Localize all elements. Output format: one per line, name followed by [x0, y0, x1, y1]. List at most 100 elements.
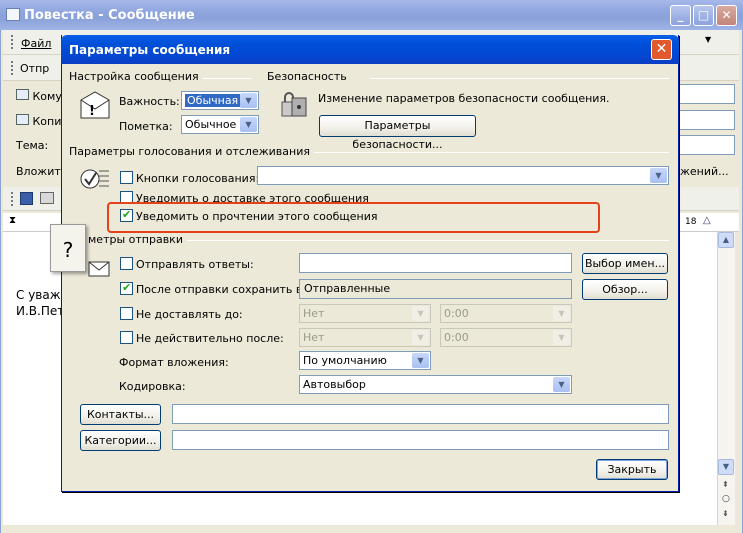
to-field[interactable] [678, 84, 735, 104]
dialog-close-button[interactable]: ✕ [651, 39, 672, 60]
cc-field[interactable] [678, 110, 735, 130]
expires-time: 0:00 [444, 331, 469, 344]
body-line-2: И.В.Пет [16, 304, 65, 318]
cc-label: Копи [32, 115, 62, 128]
encoding-label: Кодировка: [119, 380, 186, 393]
maximize-button[interactable]: □ [693, 5, 714, 26]
dialog-titlebar: Параметры сообщения ✕ [61, 35, 679, 64]
select-browse-object-icon[interactable]: ○ [722, 494, 730, 504]
highlight-frame [107, 202, 600, 233]
help-callout: ? [50, 224, 86, 272]
group-message-settings: Настройка сообщения [69, 70, 203, 83]
encoding-value: Автовыбор [303, 378, 366, 391]
voting-checkmark-icon [79, 165, 111, 193]
chevron-down-icon[interactable]: ▼ [412, 330, 429, 345]
envelope-icon: ! [78, 90, 112, 120]
chevron-down-icon[interactable]: ▼ [553, 330, 570, 345]
to-button[interactable]: Кому [16, 89, 62, 103]
main-titlebar: Повестка - Сообщение _ □ ✕ [0, 0, 743, 30]
contacts-button[interactable]: Контакты... [80, 404, 161, 425]
do-not-deliver-time-select[interactable]: 0:00 ▼ [440, 304, 572, 323]
print-icon[interactable] [40, 192, 54, 204]
attach-label: Вложить [16, 165, 68, 178]
scroll-down-icon[interactable]: ▼ [718, 459, 734, 475]
message-app-icon [6, 8, 20, 21]
tab-stop-icon[interactable]: ⧗ [9, 215, 16, 226]
select-names-button[interactable]: Выбор имен... [582, 253, 668, 274]
sensitivity-label: Пометка: [119, 120, 173, 133]
attachment-format-label: Формат вложения: [119, 356, 229, 369]
next-object-icon[interactable]: ⇟ [722, 509, 729, 518]
chevron-down-icon[interactable]: ▼ [412, 306, 429, 321]
security-settings-button[interactable]: Параметры безопасности... [319, 115, 476, 151]
importance-value: Обычная [185, 94, 241, 107]
do-not-deliver-checkbox[interactable] [120, 307, 133, 320]
replies-checkbox[interactable] [120, 257, 133, 270]
to-label: Кому [32, 90, 62, 103]
attachment-format-select[interactable]: По умолчанию ▼ [299, 351, 431, 370]
categories-field[interactable] [172, 430, 669, 450]
replies-field[interactable] [299, 253, 572, 273]
expires-label: Не действительно после: [136, 332, 284, 345]
indent-marker-icon[interactable]: △ [703, 215, 711, 226]
replies-label: Отправлять ответы: [136, 258, 254, 271]
categories-button[interactable]: Категории... [80, 430, 161, 451]
window-close-button[interactable]: ✕ [716, 5, 737, 26]
chevron-down-icon[interactable]: ▼ [553, 306, 570, 321]
group-security: Безопасность [267, 70, 351, 83]
encoding-select[interactable]: Автовыбор ▼ [299, 375, 572, 394]
expires-date-select[interactable]: Нет ▼ [299, 328, 431, 347]
group-delivery: метры отправки [88, 233, 187, 246]
chevron-down-icon[interactable]: ▼ [650, 168, 667, 183]
menu-file[interactable]: Файл [21, 37, 51, 50]
save-sent-checkbox[interactable] [120, 281, 133, 295]
toolbar-grip [11, 61, 14, 75]
expires-date: Нет [303, 331, 325, 344]
chevron-down-icon[interactable]: ▼ [240, 117, 257, 132]
delivery-envelope-icon [86, 257, 112, 279]
close-button[interactable]: Закрыть [596, 459, 668, 480]
menu-grip [11, 35, 14, 49]
attachment-format-value: По умолчанию [303, 354, 387, 367]
scroll-up-icon[interactable]: ▲ [718, 232, 734, 248]
chevron-down-icon[interactable]: ▼ [553, 377, 570, 392]
vertical-scrollbar[interactable]: ▲ ▼ ⇞ ○ ⇟ [717, 232, 735, 525]
svg-text:!: ! [89, 104, 95, 119]
body-line-1: С уваж [16, 288, 61, 302]
minimize-button[interactable]: _ [670, 5, 691, 26]
menu-chevron-icon[interactable]: ▼ [705, 35, 711, 44]
voting-checkbox[interactable] [120, 171, 133, 184]
subject-label: Тема: [16, 139, 49, 152]
do-not-deliver-date: Нет [303, 307, 325, 320]
chevron-down-icon[interactable]: ▼ [412, 353, 429, 368]
security-text: Изменение параметров безопасности сообще… [318, 92, 610, 105]
subject-field[interactable] [678, 135, 735, 155]
sensitivity-value: Обычное [185, 118, 237, 131]
dialog-title: Параметры сообщения [69, 43, 231, 57]
importance-label: Важность: [119, 95, 180, 108]
chevron-down-icon[interactable]: ▼ [240, 93, 257, 108]
group-line [182, 240, 669, 241]
do-not-deliver-date-select[interactable]: Нет ▼ [299, 304, 431, 323]
browse-button[interactable]: Обзор... [582, 279, 668, 300]
save-sent-label: После отправки сохранить в: [136, 283, 307, 296]
save-icon[interactable] [20, 192, 33, 205]
format-grip [11, 192, 14, 206]
do-not-deliver-label: Не доставлять до: [136, 308, 243, 321]
importance-select[interactable]: Обычная ▼ [181, 91, 259, 110]
sensitivity-select[interactable]: Обычное ▼ [181, 115, 259, 134]
voting-buttons-select[interactable]: ▼ [257, 166, 669, 185]
expires-checkbox[interactable] [120, 331, 133, 344]
do-not-deliver-time: 0:00 [444, 307, 469, 320]
prev-object-icon[interactable]: ⇞ [722, 480, 729, 489]
contacts-field[interactable] [172, 404, 669, 424]
security-lock-icon [278, 88, 310, 122]
send-button[interactable]: Отпр [20, 62, 49, 75]
ruler-tick-18: 18 [685, 217, 697, 227]
group-line [282, 152, 669, 153]
cc-button[interactable]: Копи [16, 114, 61, 128]
expires-time-select[interactable]: 0:00 ▼ [440, 328, 572, 347]
attach-options-text: жений... [680, 165, 729, 178]
voting-buttons-label: Кнопки голосования: [136, 172, 260, 185]
save-sent-field[interactable]: Отправленные [299, 279, 572, 299]
